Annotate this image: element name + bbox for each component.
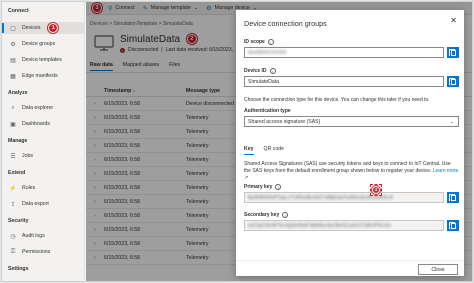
sidebar-item-devices[interactable]: ▢ Devices 1	[2, 22, 85, 34]
sidebar-item-audit-logs[interactable]: ◷ Audit logs	[2, 230, 85, 242]
sidebar-item-label: Audit logs	[22, 233, 45, 239]
sidebar-item-label: Data export	[22, 201, 49, 207]
sidebar-item-edge-manifests[interactable]: ▦ Edge manifests	[2, 70, 85, 82]
dialog-title: Device connection groups	[244, 19, 327, 28]
sidebar-item-data-explorer[interactable]: ⌕ Data explorer	[2, 102, 85, 114]
section-security: Security	[8, 218, 29, 224]
section-extend: Extend	[8, 170, 26, 176]
device-groups-icon: ⚙	[10, 41, 16, 48]
sidebar-item-device-groups[interactable]: ⚙ Device groups	[2, 38, 85, 50]
sidebar-item-label: Jobs	[22, 153, 33, 159]
sidebar-item-data-export[interactable]: ⇪ Data export	[2, 198, 85, 210]
sas-text: Shared Access Signatures (SAS) use secur…	[244, 161, 451, 174]
connection-dialog: Device connection groups ✕ ID scope i 0ne…	[236, 10, 464, 276]
sidebar-item-label: Rules	[22, 185, 36, 191]
sidebar-item-permissions[interactable]: ⚿ Permissions	[2, 246, 85, 258]
copy-primary-key-button[interactable]	[447, 192, 459, 203]
field-value: mZ2pC8vR7tLkQ0sNwF4dH9yXbJ6eG1aUoT3iKrP5…	[248, 222, 391, 229]
dashboards-icon: ▣	[10, 121, 16, 128]
sidebar-item-label: Dashboards	[22, 121, 50, 127]
choose-connection-text: Choose the connection type for this devi…	[244, 97, 430, 103]
field-value: SimulateData	[248, 78, 280, 85]
external-link-icon: ↗	[244, 175, 249, 181]
tab-qr-code[interactable]: QR code	[264, 146, 284, 155]
primary-key-label: Primary key i	[244, 184, 282, 190]
sidebar-item-device-templates[interactable]: ▤ Device templates	[2, 54, 85, 66]
copy-icon	[449, 77, 456, 85]
audit-logs-icon: ◷	[10, 233, 16, 240]
tab-key[interactable]: Key	[244, 146, 254, 155]
data-export-icon: ⇪	[10, 201, 16, 208]
info-icon[interactable]: i	[267, 39, 274, 45]
copy-icon	[449, 221, 456, 229]
id-scope-field[interactable]: 0ne00XXXXXX	[244, 47, 444, 58]
sidebar-item-label: Devices	[22, 25, 41, 31]
select-value: Shared access signature (SAS)	[248, 118, 321, 125]
credential-tabs: Key QR code	[244, 146, 294, 155]
sidebar-item-label: Permissions	[22, 249, 51, 255]
sas-description: Shared Access Signatures (SAS) use secur…	[244, 161, 459, 182]
section-manage: Manage	[8, 138, 28, 144]
chevron-down-icon: ⌄	[449, 118, 454, 125]
copy-secondary-key-button[interactable]	[447, 220, 459, 231]
jobs-icon: ☰	[10, 153, 16, 160]
info-icon[interactable]: i	[269, 68, 276, 74]
edge-manifests-icon: ▦	[10, 73, 16, 80]
sidebar-item-label: Device groups	[22, 41, 56, 47]
permissions-icon: ⚿	[10, 248, 16, 255]
secondary-key-label: Secondary key i	[244, 212, 289, 218]
sidebar-item-dashboards[interactable]: ▣ Dashboards	[2, 118, 85, 130]
section-connect: Connect	[8, 8, 29, 14]
label-text: Secondary key	[244, 212, 280, 218]
rules-icon: ⚡	[9, 185, 17, 192]
id-scope-label: ID scope i	[244, 39, 274, 45]
divider	[236, 260, 464, 261]
info-icon[interactable]: i	[275, 184, 282, 190]
label-text: Device ID	[244, 68, 267, 74]
section-analyze: Analyze	[8, 90, 28, 96]
sidebar-item-rules[interactable]: ⚡ Rules	[2, 182, 85, 194]
info-icon[interactable]: i	[282, 212, 289, 218]
app-window: Connect ▢ Devices 1 ⚙ Device groups ▤ De…	[1, 1, 473, 282]
sidebar-item-label: Edge manifests	[22, 73, 58, 79]
data-explorer-icon: ⌕	[11, 104, 15, 111]
device-templates-icon: ▤	[10, 57, 16, 64]
sidebar: Connect ▢ Devices 1 ⚙ Device groups ▤ De…	[2, 2, 85, 281]
close-icon[interactable]: ✕	[450, 16, 457, 25]
auth-type-label: Authentication type	[244, 108, 291, 114]
devices-icon: ▢	[10, 25, 16, 32]
sidebar-item-jobs[interactable]: ☰ Jobs	[2, 150, 85, 162]
step-badge-4: 4	[372, 186, 380, 194]
secondary-key-field[interactable]: mZ2pC8vR7tLkQ0sNwF4dH9yXbJ6eG1aUoT3iKrP5…	[244, 220, 444, 231]
device-id-field[interactable]: SimulateData	[244, 76, 444, 87]
copy-device-id-button[interactable]	[447, 76, 459, 87]
copy-icon	[449, 48, 456, 56]
auth-type-select[interactable]: Shared access signature (SAS) ⌄	[244, 116, 459, 127]
copy-icon	[449, 193, 456, 201]
close-button[interactable]: Close	[418, 264, 458, 275]
sidebar-item-label: Device templates	[22, 57, 62, 63]
device-id-label: Device ID i	[244, 68, 276, 74]
field-value: 0ne00XXXXXX	[248, 49, 287, 56]
sidebar-item-label: Data explorer	[22, 105, 54, 111]
section-settings: Settings	[8, 266, 29, 272]
step-badge-1: 1	[48, 23, 59, 33]
primary-key-field[interactable]: 8yf6W0XkP2qLzTnR5vBcHd7sMjE3aYu9GxQoN1wI…	[244, 192, 444, 203]
label-text: ID scope	[244, 39, 265, 45]
learn-more-link[interactable]: Learn more	[433, 168, 459, 174]
copy-id-scope-button[interactable]	[447, 47, 459, 58]
label-text: Primary key	[244, 184, 273, 190]
